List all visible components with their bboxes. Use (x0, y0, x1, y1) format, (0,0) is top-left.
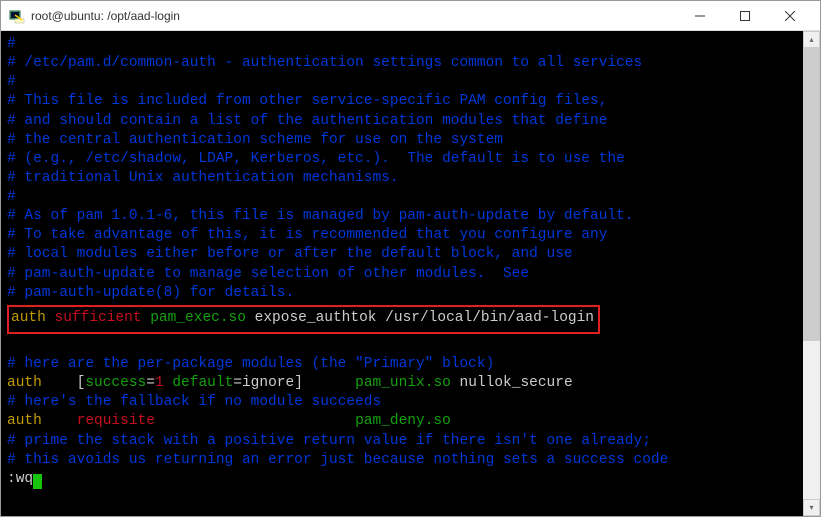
module-args: nullok_secure (451, 375, 573, 391)
scrollbar-down-arrow[interactable]: ▾ (803, 499, 820, 516)
scrollbar-thumb[interactable] (803, 48, 820, 341)
vim-command: :wq (7, 471, 33, 487)
terminal-container: # # /etc/pam.d/common-auth - authenticat… (1, 31, 820, 516)
pam-exec-module: pam_exec.so (142, 310, 246, 326)
gap (42, 413, 77, 429)
pam-unix-module: pam_unix.so (355, 375, 451, 391)
bracket: ] (294, 375, 303, 391)
auth-keyword: auth (11, 310, 46, 326)
comment-line: # (7, 189, 16, 205)
gap (155, 413, 355, 429)
comment-line: # (7, 74, 16, 90)
titlebar[interactable]: root@ubuntu: /opt/aad-login (1, 1, 820, 31)
window-title: root@ubuntu: /opt/aad-login (31, 9, 677, 23)
comment-line: # To take advantage of this, it is recom… (7, 227, 607, 243)
putty-icon (9, 8, 25, 24)
comment-line: # (e.g., /etc/shadow, LDAP, Kerberos, et… (7, 151, 625, 167)
scrollbar[interactable]: ▴ ▾ (803, 31, 820, 516)
gap (42, 375, 77, 391)
terminal[interactable]: # # /etc/pam.d/common-auth - authenticat… (1, 31, 803, 516)
comment-line: # (7, 36, 16, 52)
equals: = (146, 375, 155, 391)
window-controls (677, 2, 812, 30)
comment-line: # pam-auth-update to manage selection of… (7, 266, 529, 282)
comment-line: # here are the per-package modules (the … (7, 356, 494, 372)
cursor (33, 474, 42, 489)
close-button[interactable] (767, 2, 812, 30)
comment-line: # local modules either before or after t… (7, 246, 573, 262)
putty-window: root@ubuntu: /opt/aad-login # # /etc/pam… (0, 0, 821, 517)
comment-line: # here's the fallback if no module succe… (7, 394, 381, 410)
pam-deny-module: pam_deny.so (355, 413, 451, 429)
comment-line: # traditional Unix authentication mechan… (7, 170, 399, 186)
comment-line: # this avoids us returning an error just… (7, 452, 668, 468)
minimize-button[interactable] (677, 2, 722, 30)
comment-line: # the central authentication scheme for … (7, 132, 503, 148)
equals: = (233, 375, 242, 391)
ignore-value: ignore (242, 375, 294, 391)
value-one: 1 (155, 375, 164, 391)
sufficient-keyword: sufficient (46, 310, 142, 326)
requisite-keyword: requisite (77, 413, 155, 429)
default-key: default (164, 375, 234, 391)
scrollbar-track[interactable] (803, 48, 820, 499)
success-key: success (85, 375, 146, 391)
comment-line: # pam-auth-update(8) for details. (7, 285, 294, 301)
highlighted-auth-line: auth sufficient pam_exec.so expose_autht… (7, 305, 600, 334)
comment-line: # prime the stack with a positive return… (7, 433, 651, 449)
scrollbar-up-arrow[interactable]: ▴ (803, 31, 820, 48)
auth-keyword: auth (7, 413, 42, 429)
comment-line: # As of pam 1.0.1-6, this file is manage… (7, 208, 634, 224)
comment-line: # /etc/pam.d/common-auth - authenticatio… (7, 55, 642, 71)
comment-line: # This file is included from other servi… (7, 93, 607, 109)
auth-keyword: auth (7, 375, 42, 391)
maximize-button[interactable] (722, 2, 767, 30)
comment-line: # and should contain a list of the authe… (7, 113, 607, 129)
module-args: expose_authtok /usr/local/bin/aad-login (246, 310, 594, 326)
gap (303, 375, 355, 391)
